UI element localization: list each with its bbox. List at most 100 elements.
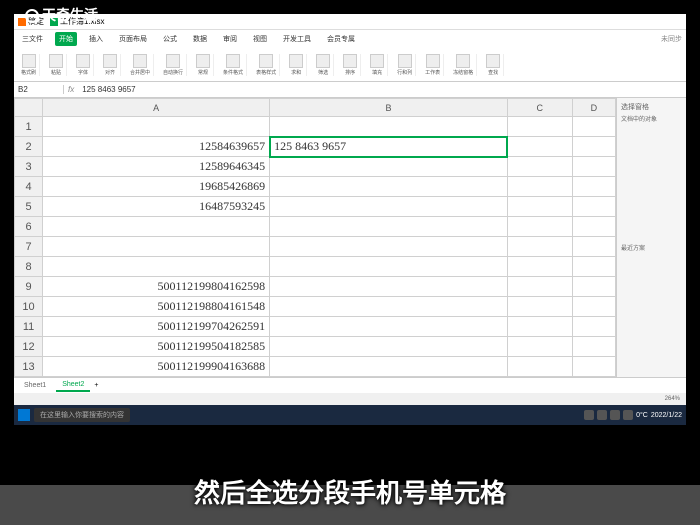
cell[interactable] [507,277,572,297]
cell[interactable] [43,237,270,257]
menu-file[interactable]: 三文件 [18,32,47,46]
taskbar-search[interactable]: 在这里输入你要搜索的内容 [34,408,130,422]
menu-dev[interactable]: 开发工具 [279,32,315,46]
cell[interactable] [270,257,508,277]
cell[interactable]: 500112199504182585 [43,337,270,357]
cell[interactable] [572,137,615,157]
cell[interactable]: 500112198804161548 [43,297,270,317]
cell[interactable]: 19685426869 [43,177,270,197]
row-header[interactable]: 1 [15,117,43,137]
cell[interactable]: 12584639657 [43,137,270,157]
formula-input[interactable]: 125 8463 9657 [78,85,686,94]
menu-data[interactable]: 数据 [189,32,211,46]
menu-member[interactable]: 会员专属 [323,32,359,46]
cell[interactable] [572,257,615,277]
zoom-level[interactable]: 264% [665,396,680,402]
cell[interactable] [572,277,615,297]
cell[interactable]: 16487593245 [43,197,270,217]
col-header-d[interactable]: D [572,99,615,117]
tray-icon[interactable] [597,410,607,420]
cell[interactable] [507,137,572,157]
cell[interactable] [572,117,615,137]
fx-icon[interactable]: fx [64,85,78,94]
cell[interactable] [572,297,615,317]
ribbon-sheet[interactable]: 工作表 [422,54,444,76]
sheet-tab-2[interactable]: Sheet2 [56,379,90,392]
cell[interactable] [507,317,572,337]
cell[interactable] [572,317,615,337]
cell[interactable]: 500112199704262591 [43,317,270,337]
ribbon-align[interactable]: 对齐 [100,54,121,76]
ribbon-clipboard[interactable]: 格式刷 [18,54,40,76]
cell[interactable] [270,317,508,337]
row-header[interactable]: 6 [15,217,43,237]
cell[interactable] [572,357,615,377]
row-header[interactable]: 8 [15,257,43,277]
cell[interactable] [270,217,508,237]
cell[interactable] [270,277,508,297]
ribbon-merge[interactable]: 合并居中 [127,54,154,76]
cell[interactable] [270,237,508,257]
cell[interactable] [572,157,615,177]
cell[interactable] [507,177,572,197]
menu-formula[interactable]: 公式 [159,32,181,46]
cell[interactable] [43,117,270,137]
row-header[interactable]: 7 [15,237,43,257]
ribbon-cond[interactable]: 条件格式 [220,54,247,76]
row-header[interactable]: 2 [15,137,43,157]
cell[interactable] [270,297,508,317]
ribbon-fill[interactable]: 填充 [367,54,388,76]
cell[interactable] [507,117,572,137]
ribbon-font[interactable]: 字体 [73,54,94,76]
name-box[interactable]: B2 [14,85,64,94]
cell[interactable] [507,297,572,317]
cell[interactable] [270,177,508,197]
menu-review[interactable]: 审阅 [219,32,241,46]
tray-icon[interactable] [584,410,594,420]
cell[interactable] [572,237,615,257]
cell[interactable] [43,217,270,237]
add-sheet-button[interactable]: + [94,382,98,389]
cell-selected[interactable]: 125 8463 9657 [270,137,508,157]
cell[interactable] [507,257,572,277]
weather-temp[interactable]: 0°C [636,412,648,419]
grid[interactable]: A B C D 1 212584639657125 8463 9657 3125… [14,98,616,377]
ribbon-rowcol[interactable]: 行和列 [394,54,416,76]
ribbon-sum[interactable]: 求和 [286,54,307,76]
cell[interactable] [572,217,615,237]
cell[interactable] [507,237,572,257]
row-header[interactable]: 3 [15,157,43,177]
ribbon-style[interactable]: 表格样式 [253,54,280,76]
cell[interactable]: 12589646345 [43,157,270,177]
cell[interactable] [270,197,508,217]
select-all-corner[interactable] [15,99,43,117]
row-header[interactable]: 5 [15,197,43,217]
cell[interactable]: 500112199804162598 [43,277,270,297]
menu-insert[interactable]: 插入 [85,32,107,46]
cell[interactable] [572,337,615,357]
menu-layout[interactable]: 页面布局 [115,32,151,46]
row-header[interactable]: 11 [15,317,43,337]
ribbon-freeze[interactable]: 冻结窗格 [450,54,477,76]
cell[interactable] [507,157,572,177]
col-header-a[interactable]: A [43,99,270,117]
ribbon-wrap[interactable]: 自动换行 [160,54,187,76]
cell[interactable] [270,157,508,177]
menu-view[interactable]: 视图 [249,32,271,46]
ribbon-filter[interactable]: 筛选 [313,54,334,76]
tray-icon[interactable] [623,410,633,420]
ribbon-paste[interactable]: 粘贴 [46,54,67,76]
cell[interactable] [507,357,572,377]
clock[interactable]: 2022/1/22 [651,412,682,419]
row-header[interactable]: 4 [15,177,43,197]
start-button[interactable] [18,409,30,421]
ribbon-find[interactable]: 查找 [483,54,504,76]
ribbon-format[interactable]: 常规 [193,54,214,76]
cell[interactable] [572,197,615,217]
col-header-b[interactable]: B [270,99,508,117]
cell[interactable] [507,217,572,237]
cell[interactable] [507,197,572,217]
sheet-tab-1[interactable]: Sheet1 [18,380,52,391]
cell[interactable] [270,117,508,137]
ribbon-sort[interactable]: 排序 [340,54,361,76]
